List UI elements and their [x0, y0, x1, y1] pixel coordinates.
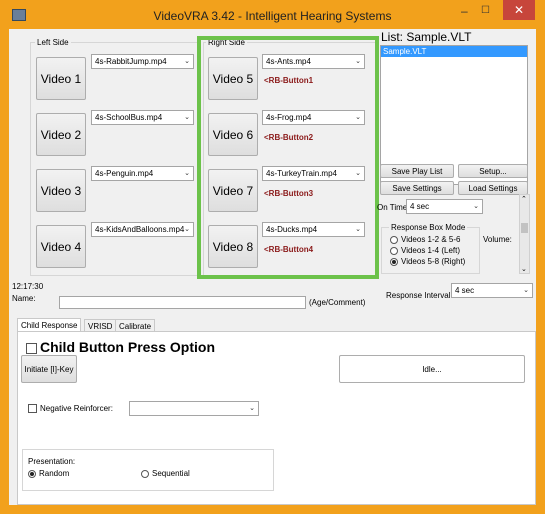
- response-mode-option-3[interactable]: Videos 5-8 (Right): [390, 257, 465, 266]
- child-button-heading: Child Button Press Option: [40, 339, 215, 355]
- clock: 12:17:30: [12, 282, 44, 291]
- response-interval-value: 4 sec: [455, 286, 475, 295]
- video-4-button[interactable]: Video 4: [36, 225, 86, 268]
- chevron-down-icon: ⌄: [473, 203, 479, 210]
- list-title: List: Sample.VLT: [381, 30, 472, 44]
- load-settings-button[interactable]: Load Settings: [458, 181, 528, 195]
- left-side-label: Left Side: [35, 38, 71, 47]
- scroll-thumb[interactable]: [521, 223, 528, 233]
- app-window: VideoVRA 3.42 - Intelligent Hearing Syst…: [0, 0, 545, 514]
- video-3-button[interactable]: Video 3: [36, 169, 86, 212]
- on-time-label: On Time:: [377, 203, 410, 212]
- video-4-file-select[interactable]: 4s-KidsAndBalloons.mp4 ⌄: [91, 222, 194, 237]
- response-box-label: Response Box Mode: [389, 223, 468, 232]
- response-mode-option-2-label: Videos 1-4 (Left): [401, 246, 460, 255]
- client-area: Left Side Right Side Video 1 4s-RabbitJu…: [9, 29, 536, 505]
- video-2-file-value: 4s-SchoolBus.mp4: [95, 113, 163, 122]
- presentation-label: Presentation:: [28, 457, 76, 466]
- presentation-sequential[interactable]: Sequential: [141, 469, 190, 478]
- close-icon[interactable]: ✕: [503, 0, 535, 20]
- child-button-option[interactable]: Child Button Press Option: [26, 339, 215, 355]
- video-3-file-value: 4s-Penguin.mp4: [95, 169, 154, 178]
- radio-icon: [141, 469, 149, 478]
- response-interval-select[interactable]: 4 sec ⌄: [451, 283, 533, 298]
- negative-reinforcer-label: Negative Reinforcer:: [40, 404, 113, 413]
- right-side-highlight: [197, 36, 379, 279]
- response-mode-option-1-label: Videos 1-2 & 5-6: [401, 235, 461, 244]
- name-input[interactable]: [59, 296, 306, 309]
- radio-icon: [390, 235, 398, 244]
- volume-label: Volume:: [483, 235, 512, 244]
- list-item[interactable]: Sample.VLT: [381, 46, 527, 57]
- idle-button[interactable]: Idle...: [339, 355, 525, 383]
- video-1-file-select[interactable]: 4s-RabbitJump.mp4 ⌄: [91, 54, 194, 69]
- chevron-down-icon: ⌄: [523, 287, 529, 294]
- on-time-value: 4 sec: [410, 202, 430, 211]
- chevron-down-icon: ⌄: [184, 226, 190, 233]
- video-2-file-select[interactable]: 4s-SchoolBus.mp4 ⌄: [91, 110, 194, 125]
- negative-reinforcer-select[interactable]: ⌄: [129, 401, 259, 416]
- save-play-list-button[interactable]: Save Play List: [380, 164, 454, 178]
- response-mode-option-3-label: Videos 5-8 (Right): [401, 257, 466, 266]
- save-settings-button[interactable]: Save Settings: [380, 181, 454, 195]
- chevron-down-icon: ⌄: [184, 58, 190, 65]
- negative-reinforcer-option[interactable]: Negative Reinforcer:: [28, 404, 113, 414]
- settings-scrollbar[interactable]: ⌃ ⌄: [519, 194, 530, 274]
- video-4-file-value: 4s-KidsAndBalloons.mp4: [95, 225, 185, 234]
- checkbox-icon: [28, 404, 37, 414]
- child-response-panel: Child Button Press Option Initiate [I]-K…: [17, 331, 536, 505]
- minimize-icon[interactable]: –: [461, 4, 468, 18]
- chevron-down-icon: ⌄: [184, 170, 190, 177]
- name-label: Name:: [12, 294, 36, 303]
- presentation-random-label: Random: [39, 469, 70, 478]
- presentation-sequential-label: Sequential: [152, 469, 190, 478]
- scroll-up-icon[interactable]: ⌃: [521, 195, 527, 203]
- maximize-icon[interactable]: ☐: [481, 5, 490, 16]
- tab-child-response[interactable]: Child Response: [17, 318, 82, 332]
- response-interval-label: Response Interval:: [386, 291, 453, 300]
- chevron-down-icon: ⌄: [249, 405, 255, 412]
- scroll-down-icon[interactable]: ⌄: [521, 265, 527, 273]
- initiate-key-button[interactable]: Initiate [I]-Key: [21, 355, 77, 383]
- age-comment-hint: (Age/Comment): [309, 298, 366, 307]
- setup-button[interactable]: Setup...: [458, 164, 528, 178]
- radio-icon: [390, 246, 398, 255]
- video-2-button[interactable]: Video 2: [36, 113, 86, 156]
- on-time-select[interactable]: 4 sec ⌄: [406, 199, 483, 214]
- response-mode-option-2[interactable]: Videos 1-4 (Left): [390, 246, 460, 255]
- response-mode-option-1[interactable]: Videos 1-2 & 5-6: [390, 235, 460, 244]
- video-1-file-value: 4s-RabbitJump.mp4: [95, 57, 167, 66]
- radio-selected-icon: [390, 257, 398, 266]
- video-1-button[interactable]: Video 1: [36, 57, 86, 100]
- checkbox-icon: [26, 342, 37, 354]
- presentation-random[interactable]: Random: [28, 469, 69, 478]
- title-bar: VideoVRA 3.42 - Intelligent Hearing Syst…: [0, 0, 545, 29]
- chevron-down-icon: ⌄: [184, 114, 190, 121]
- video-3-file-select[interactable]: 4s-Penguin.mp4 ⌄: [91, 166, 194, 181]
- radio-selected-icon: [28, 469, 36, 478]
